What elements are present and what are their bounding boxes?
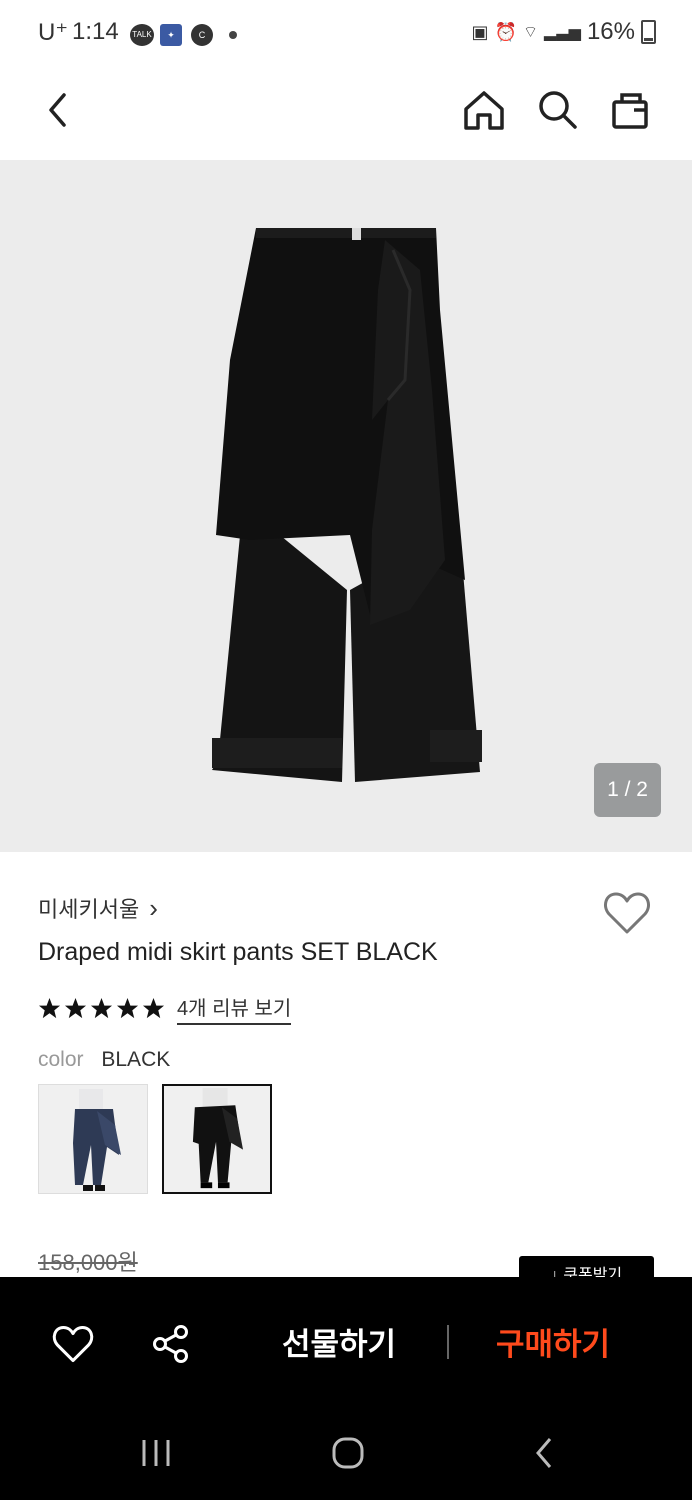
- search-button[interactable]: [530, 82, 586, 138]
- image-counter: 1 / 2: [594, 763, 661, 817]
- brand-name: 미세키서울: [38, 897, 140, 922]
- chevron-left-icon: [49, 93, 66, 127]
- color-value: BLACK: [101, 1048, 171, 1071]
- system-nav-bar: [0, 1417, 692, 1500]
- clock: 1:14: [72, 18, 119, 45]
- chevron-left-icon: [536, 1438, 552, 1468]
- home-nav-button[interactable]: [328, 1433, 368, 1473]
- divider: [447, 1325, 449, 1359]
- chevron-right-icon: ›: [149, 893, 158, 923]
- shopping-bag-icon: [612, 93, 648, 129]
- color-row: color BLACK: [38, 1048, 170, 1072]
- status-right: ▣ ⏰ ⌔ ▂▃▅ 16%: [472, 18, 656, 46]
- product-title: Draped midi skirt pants SET BLACK: [38, 938, 438, 966]
- recent-apps-button[interactable]: [136, 1433, 176, 1473]
- star-icon: [142, 997, 165, 1019]
- color-option-navy[interactable]: [38, 1084, 148, 1194]
- battery-percent: 16%: [586, 18, 635, 45]
- heart-icon: [604, 892, 650, 934]
- battery-icon: [641, 20, 656, 44]
- black-variant-thumbnail: [164, 1086, 270, 1192]
- star-rating: [38, 997, 165, 1020]
- home-icon: [464, 91, 504, 130]
- alarm-icon: ⏰: [494, 21, 517, 42]
- bottom-wishlist-button[interactable]: [50, 1321, 96, 1367]
- recent-apps-icon: [142, 1440, 170, 1466]
- signal-icon: ▂▃▅: [544, 24, 581, 41]
- carrier-label: U⁺: [38, 19, 68, 46]
- review-link[interactable]: 4개 리뷰 보기: [177, 992, 292, 1025]
- app-notification-icon: ✦: [160, 24, 182, 46]
- wifi-icon: ⌔: [522, 24, 539, 41]
- home-button[interactable]: [456, 82, 512, 138]
- gift-button[interactable]: 선물하기: [282, 1319, 396, 1364]
- wishlist-button[interactable]: [603, 890, 651, 936]
- home-circle-icon: [332, 1437, 364, 1469]
- color-option-black[interactable]: [162, 1084, 272, 1194]
- heart-icon: [52, 1325, 94, 1363]
- star-icon: [90, 997, 113, 1019]
- star-icon: [116, 997, 139, 1019]
- brand-link[interactable]: 미세키서울 ›: [38, 892, 158, 924]
- app-header: [0, 68, 692, 160]
- star-icon: [64, 997, 87, 1019]
- navy-variant-thumbnail: [39, 1085, 147, 1193]
- bottom-action-bar: 선물하기 구매하기: [0, 1277, 692, 1500]
- search-icon: [539, 91, 577, 129]
- back-nav-button[interactable]: [524, 1433, 564, 1473]
- color-label: color: [38, 1048, 84, 1071]
- back-button[interactable]: [30, 82, 86, 138]
- cart-button[interactable]: [602, 82, 658, 138]
- share-icon: [153, 1325, 188, 1363]
- product-photo: [212, 228, 482, 782]
- original-price: 158,000원: [38, 1250, 138, 1275]
- battery-saver-icon: ▣: [471, 21, 489, 42]
- rating-row: 4개 리뷰 보기: [38, 992, 292, 1025]
- buy-button[interactable]: 구매하기: [496, 1319, 610, 1364]
- c-notification-icon: C: [191, 24, 213, 46]
- product-image-carousel[interactable]: 1 / 2: [0, 160, 692, 852]
- share-button[interactable]: [148, 1321, 194, 1367]
- status-bar: U⁺ 1:14 TALK ✦ C ▣ ⏰ ⌔ ▂▃▅ 16%: [0, 0, 692, 68]
- star-icon: [38, 997, 61, 1019]
- more-notifications-dot: [229, 31, 237, 39]
- talk-notification-icon: TALK: [130, 24, 154, 46]
